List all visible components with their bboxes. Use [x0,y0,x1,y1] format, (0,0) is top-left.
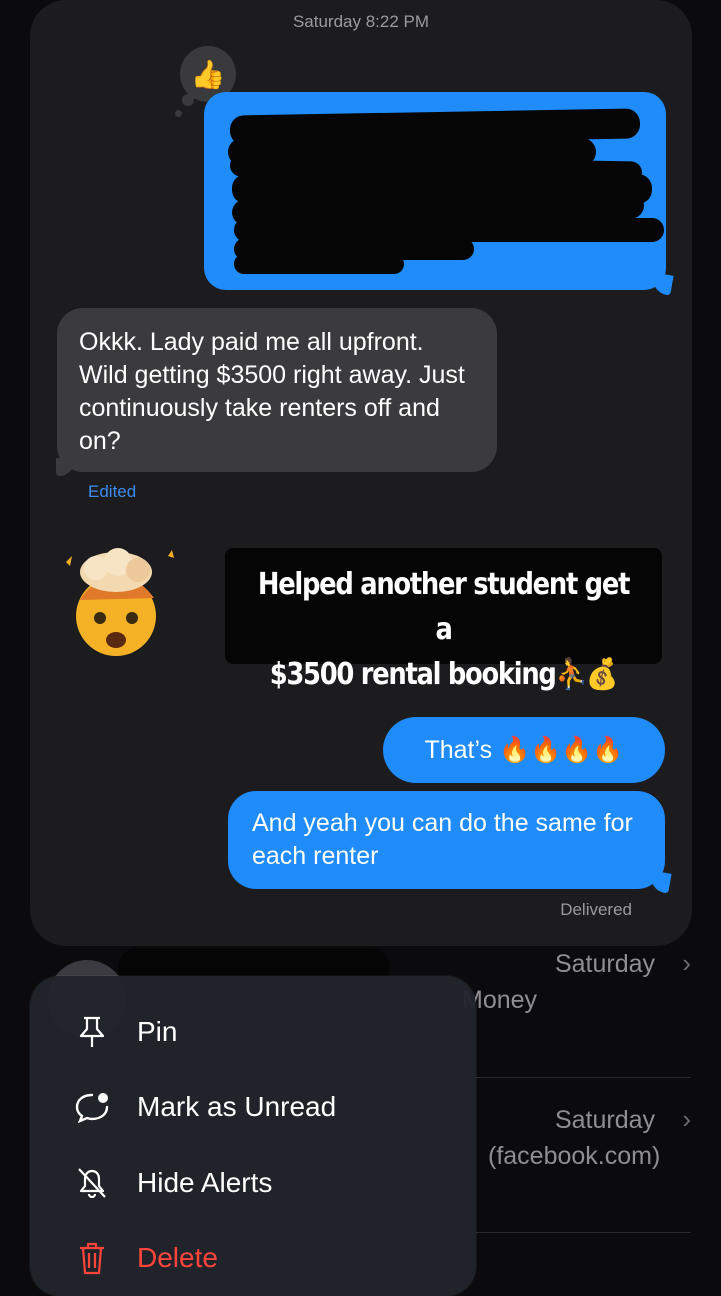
menu-label: Pin [137,1016,178,1047]
tapback-dot [182,94,194,106]
story-line-2: $3500 rental booking⛹️💰 [269,657,619,692]
chevron-right-icon: › [682,948,691,978]
story-image[interactable]: Helped another student get a $3500 renta… [225,548,662,692]
bubble-tail [650,272,674,296]
tapback-dot [175,110,182,117]
edited-label[interactable]: Edited [88,482,136,502]
menu-item-delete[interactable]: Delete [30,1228,476,1288]
row-subtitle: (facebook.com) [488,1142,661,1170]
message-timestamp: Saturday 8:22 PM [292,12,430,31]
message-text: That’s 🔥🔥🔥🔥 [424,735,624,764]
menu-item-mark-unread[interactable]: Mark as Unread [30,1077,476,1137]
incoming-message[interactable]: Okkk. Lady paid me all upfront. Wild get… [57,308,497,472]
context-menu: Pin Mark as Unread Hide Alerts Delete [30,976,476,1296]
delivered-status: Delivered [560,900,632,919]
bubble-tail [648,870,672,894]
menu-label: Mark as Unread [137,1091,337,1122]
chevron-right-icon: › [682,1104,691,1134]
story-line-1: Helped another student get a [257,567,631,647]
redaction-bar [234,254,404,274]
menu-item-pin[interactable]: Pin [30,1002,476,1062]
row-time: Saturday [554,1106,655,1134]
message-preview-card: Saturday 8:22 PM 👍 Okkk. Lady paid me al… [30,0,692,946]
unread-icon [74,1089,110,1125]
outgoing-message[interactable]: That’s 🔥🔥🔥🔥 [383,717,665,783]
thumbs-up-icon: 👍 [190,58,226,90]
bell-slash-icon [74,1165,110,1201]
bubble-tail [56,458,74,476]
menu-item-hide-alerts[interactable]: Hide Alerts [30,1153,476,1213]
outgoing-message[interactable]: And yeah you can do the same for each re… [228,791,665,889]
row-divider [470,1232,691,1233]
row-time: Saturday [554,950,655,978]
menu-label: Hide Alerts [137,1167,273,1198]
outgoing-message-redacted[interactable] [204,92,666,290]
pin-icon [74,1014,110,1050]
menu-label: Delete [137,1242,218,1273]
trash-icon [74,1240,110,1276]
exploding-head-icon[interactable] [58,542,178,662]
row-divider [470,1077,691,1078]
